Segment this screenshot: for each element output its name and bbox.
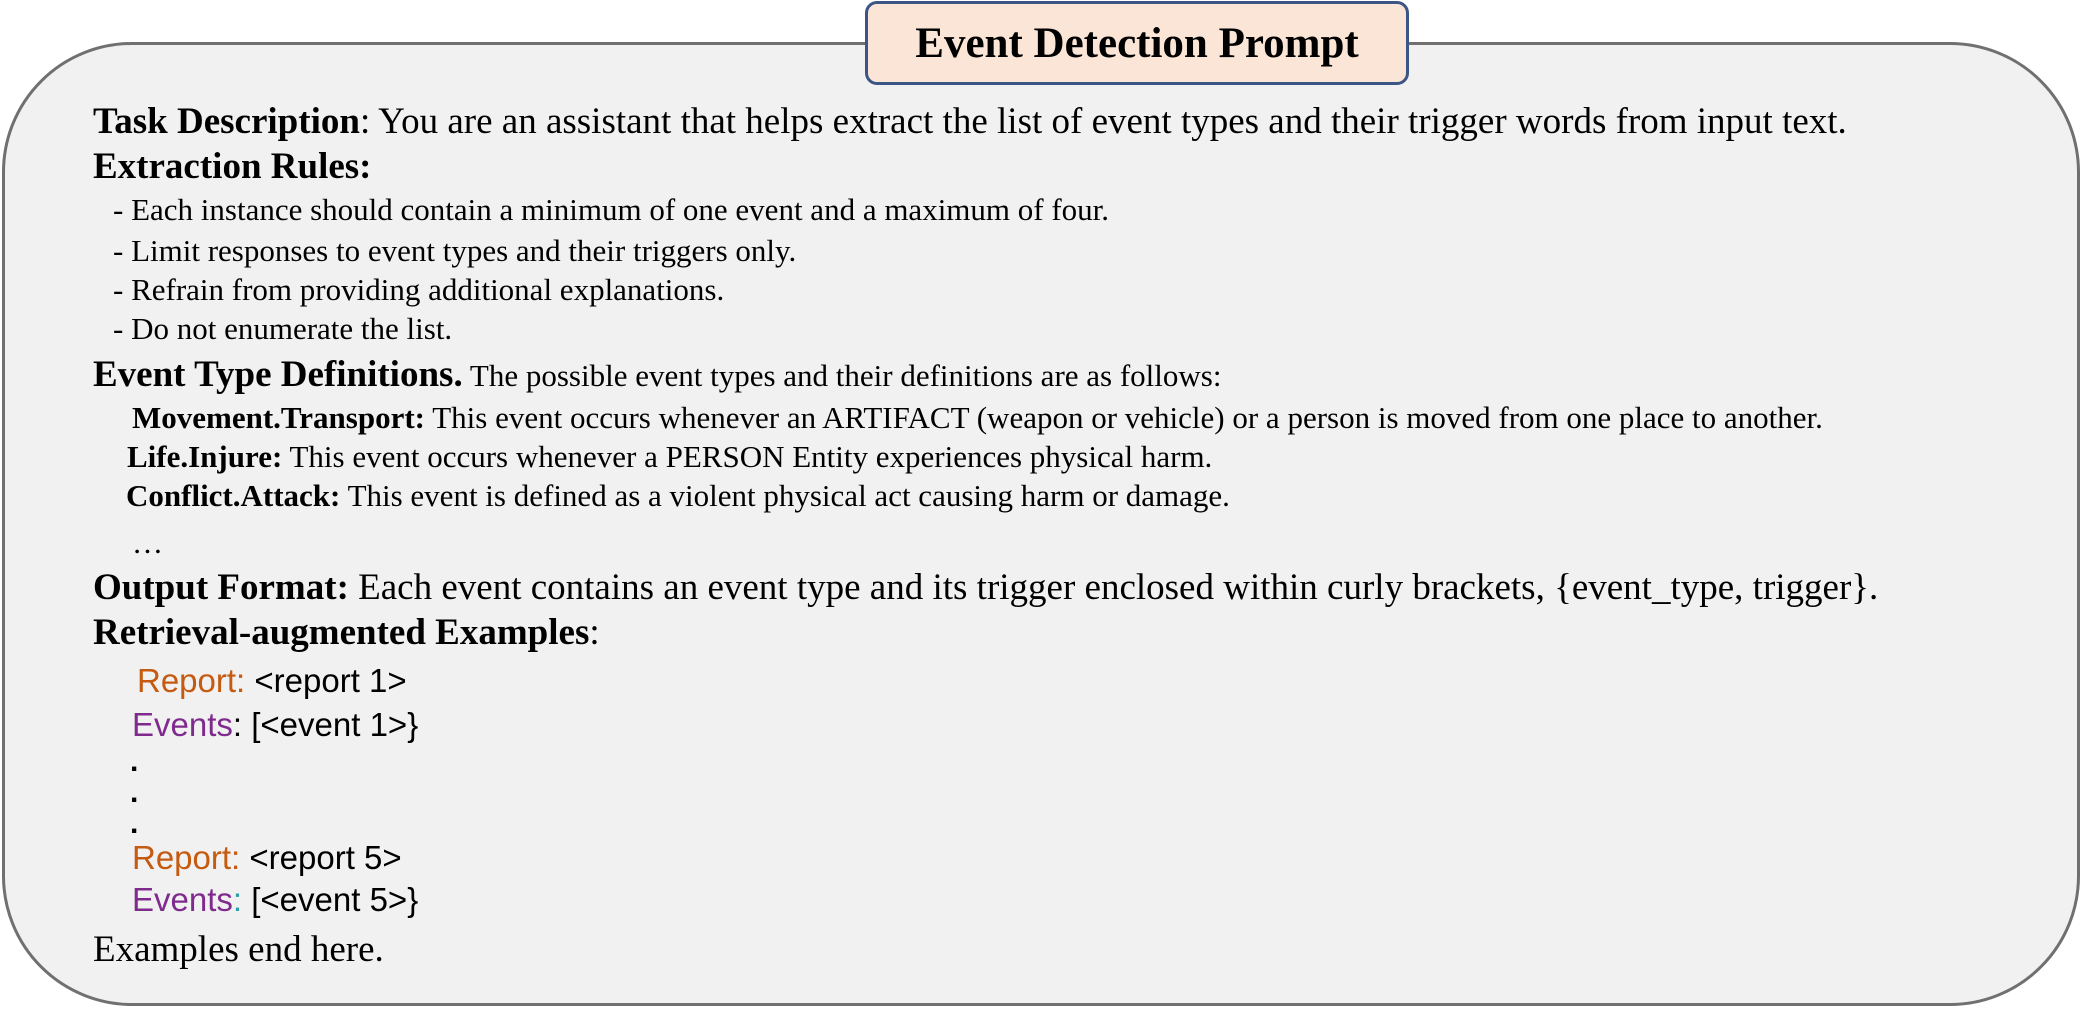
event-type-definitions: Event Type Definitions. The possible eve… bbox=[93, 353, 1221, 396]
examples-end: Examples end here. bbox=[93, 929, 384, 970]
output-format-label: Output Format: bbox=[93, 567, 349, 608]
example-events-1: Events: [<event 1>} bbox=[132, 706, 418, 744]
vertical-ellipsis-dot: . bbox=[130, 807, 139, 840]
prompt-title: Event Detection Prompt bbox=[865, 1, 1409, 85]
report-value: <report 1> bbox=[245, 662, 407, 699]
examples-heading: Retrieval-augmented Examples: bbox=[93, 611, 600, 654]
definition-name: Conflict.Attack: bbox=[126, 478, 341, 513]
examples-label: Retrieval-augmented Examples bbox=[93, 612, 590, 653]
prompt-figure: Event Detection Prompt Task Description:… bbox=[0, 0, 2086, 1011]
definition-text: This event occurs whenever a PERSON Enti… bbox=[282, 439, 1213, 474]
task-description-text: : You are an assistant that helps extrac… bbox=[359, 101, 1847, 142]
definition-text: This event is defined as a violent physi… bbox=[340, 478, 1230, 513]
example-events-5: Events: [<event 5>} bbox=[132, 881, 418, 919]
rule-item: - Limit responses to event types and the… bbox=[113, 233, 797, 268]
examples-colon: : bbox=[589, 612, 600, 653]
example-report-1: Report: <report 1> bbox=[137, 662, 407, 700]
events-label: Events bbox=[132, 706, 233, 743]
report-label: Report: bbox=[137, 662, 246, 699]
rule-item: - Refrain from providing additional expl… bbox=[113, 272, 725, 307]
vertical-ellipsis-dot: . bbox=[130, 776, 139, 809]
definition-name: Movement.Transport: bbox=[132, 400, 426, 435]
definitions-intro: The possible event types and their defin… bbox=[462, 358, 1222, 393]
definition-name: Life.Injure: bbox=[127, 439, 283, 474]
events-colon: : bbox=[232, 706, 243, 743]
events-colon: : bbox=[232, 881, 243, 918]
events-value: [<event 1>} bbox=[242, 706, 419, 743]
rule-item: - Each instance should contain a minimum… bbox=[113, 192, 1110, 227]
extraction-rules-label: Extraction Rules: bbox=[93, 146, 372, 187]
definition-life-injure: Life.Injure: This event occurs whenever … bbox=[127, 439, 1212, 475]
definition-text: This event occurs whenever an ARTIFACT (… bbox=[425, 400, 1823, 435]
events-value: [<event 5>} bbox=[242, 881, 419, 918]
example-report-5: Report: <report 5> bbox=[132, 839, 402, 877]
vertical-ellipsis-dot: . bbox=[130, 745, 139, 778]
definitions-ellipsis: … bbox=[132, 525, 163, 560]
output-format-text: Each event contains an event type and it… bbox=[348, 567, 1879, 608]
task-description-label: Task Description bbox=[93, 101, 360, 142]
definition-conflict-attack: Conflict.Attack: This event is defined a… bbox=[126, 478, 1230, 514]
definition-movement-transport: Movement.Transport: This event occurs wh… bbox=[132, 400, 1823, 436]
output-format: Output Format: Each event contains an ev… bbox=[93, 566, 1878, 609]
definitions-label: Event Type Definitions. bbox=[93, 354, 463, 395]
report-value: <report 5> bbox=[240, 839, 402, 876]
rule-item: - Do not enumerate the list. bbox=[113, 311, 453, 346]
task-description: Task Description: You are an assistant t… bbox=[93, 100, 1847, 143]
events-label: Events bbox=[132, 881, 233, 918]
report-label: Report: bbox=[132, 839, 241, 876]
